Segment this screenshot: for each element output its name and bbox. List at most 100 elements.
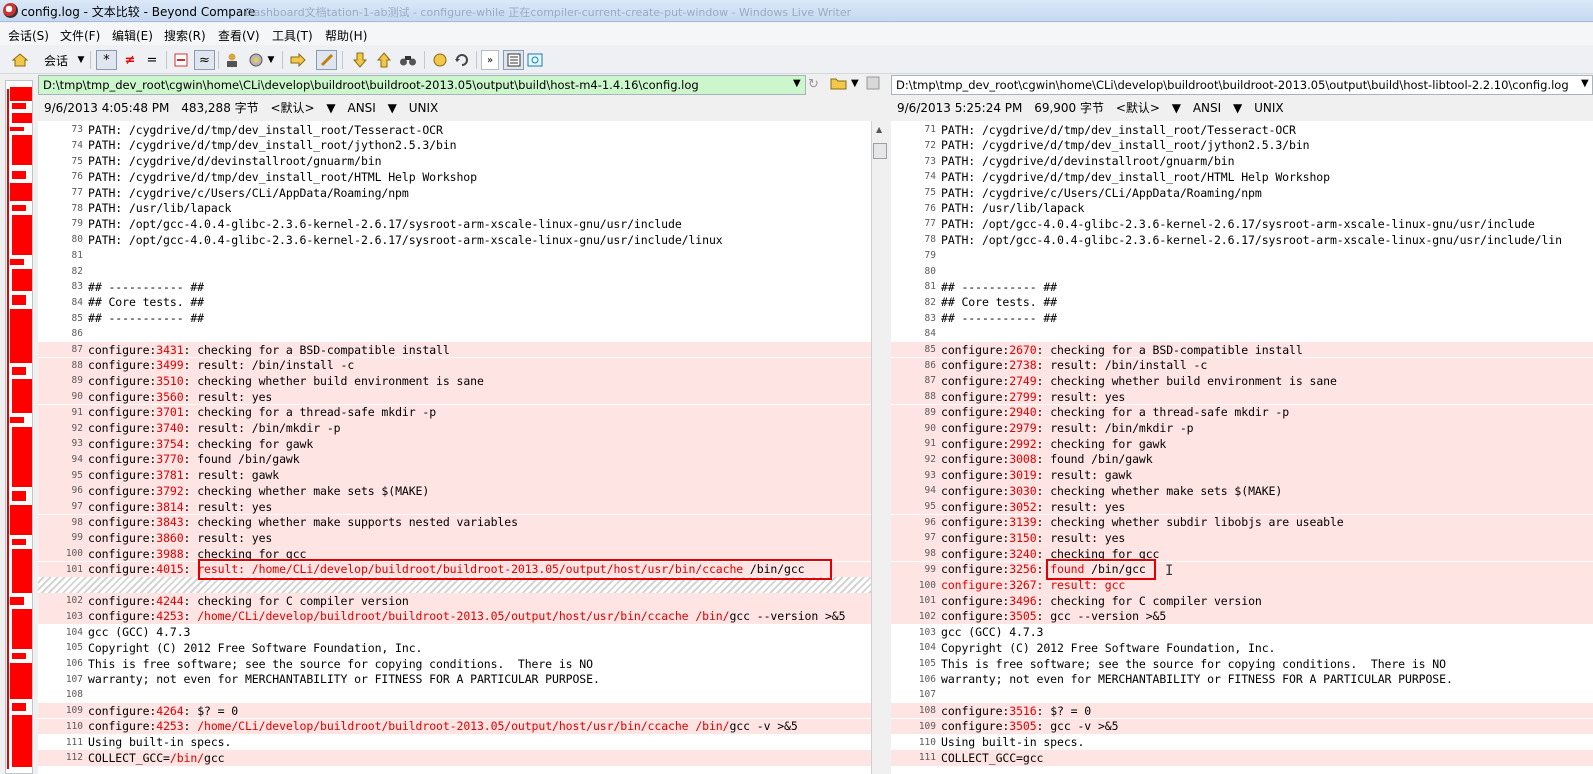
web-icon[interactable] <box>526 50 544 70</box>
text-line[interactable]: 111 Using built-in specs. <box>38 734 871 750</box>
left-swap-icon[interactable]: ↻ <box>808 77 819 92</box>
menu-tools[interactable]: 工具(T) <box>272 27 313 44</box>
text-line[interactable]: 100 configure:3267: result: gcc <box>891 577 1593 593</box>
left-path-field[interactable]: D:\tmp\tmp_dev_root\cgwin\home\CLi\devel… <box>38 75 806 95</box>
text-line[interactable]: 83 ## ----------- ## <box>891 310 1593 326</box>
text-line[interactable]: 103 configure:4253: /home/CLi/develop/bui… <box>38 608 871 625</box>
text-line[interactable]: 98 configure:3240: checking for gcc <box>891 545 1593 562</box>
right-format-select[interactable]: <默认> ▼ <box>1116 101 1181 115</box>
text-line[interactable]: 79 <box>891 248 1593 264</box>
text-line[interactable]: 78 PATH: /usr/lib/lapack <box>38 201 871 217</box>
text-line[interactable]: 98 configure:3843: checking whether make … <box>38 514 871 531</box>
text-line[interactable]: 93 configure:3019: result: gawk <box>891 467 1593 483</box>
text-line[interactable]: 71 PATH: /cygdrive/d/tmp/dev_install_root… <box>891 122 1593 138</box>
text-line[interactable]: 97 configure:3814: result: yes <box>38 498 871 515</box>
text-line[interactable]: 75 PATH: /cygdrive/d/devinstallroot/gnuar… <box>38 153 871 169</box>
text-line[interactable]: 102 configure:3505: gcc --version >&5 <box>891 608 1593 625</box>
text-line[interactable]: 85 configure:2670: checking for a BSD-com… <box>891 341 1593 358</box>
text-line[interactable]: 84 ## Core tests. ## <box>38 295 871 311</box>
text-line[interactable]: 97 configure:3150: result: yes <box>891 530 1593 546</box>
text-line[interactable]: 107 <box>891 687 1593 703</box>
text-line[interactable]: 90 configure:2979: result: /bin/mkdir -p <box>891 420 1593 436</box>
right-encoding-select[interactable]: ANSI ▼ <box>1193 101 1242 115</box>
text-line[interactable]: 106 warranty; not even for MERCHANTABILIT… <box>891 672 1593 688</box>
show-same-button[interactable]: = <box>142 50 162 70</box>
text-line[interactable]: 109 configure:3505: gcc -v >&5 <box>891 718 1593 735</box>
left-vertical-scrollbar[interactable]: ▲ <box>871 121 888 774</box>
text-line[interactable]: 105 Copyright (C) 2012 Free Software Foun… <box>38 640 871 656</box>
text-line[interactable]: 85 ## ----------- ## <box>38 310 871 326</box>
next-diff-icon[interactable] <box>350 50 370 70</box>
text-line[interactable]: 79 PATH: /opt/gcc-4.0.4-glibc-2.3.6-kerne… <box>38 216 871 232</box>
show-all-button[interactable]: * <box>96 50 117 70</box>
text-line[interactable]: 76 PATH: /usr/lib/lapack <box>891 201 1593 217</box>
text-line[interactable]: 92 configure:3740: result: /bin/mkdir -p <box>38 420 871 436</box>
text-line[interactable]: 80 <box>891 263 1593 279</box>
scroll-up-icon[interactable]: ▲ <box>876 125 882 134</box>
text-line[interactable]: 110 Using built-in specs. <box>891 734 1593 750</box>
menu-help[interactable]: 帮助(H) <box>325 27 367 44</box>
text-line[interactable]: 73 PATH: /cygdrive/d/devinstallroot/gnuar… <box>891 153 1593 169</box>
text-line[interactable]: 89 configure:3510: checking whether build… <box>38 373 871 389</box>
text-line[interactable]: 102 configure:4244: checking for C compil… <box>38 593 871 609</box>
text-line[interactable]: 112 COLLECT_GCC=/bin/gcc <box>38 750 871 766</box>
left-line-ending[interactable]: UNIX <box>409 101 439 115</box>
session-dropdown-icon[interactable]: ▼ <box>76 50 86 70</box>
text-line[interactable]: 96 configure:3139: checking whether subdi… <box>891 514 1593 531</box>
text-line[interactable]: 93 configure:3754: checking for gawk <box>38 436 871 452</box>
text-line[interactable]: 84 <box>891 326 1593 342</box>
text-line[interactable]: 106 This is free software; see the source… <box>38 656 871 672</box>
text-line[interactable]: 109 configure:4264: $? = 0 <box>38 702 871 719</box>
text-line[interactable]: 86 <box>38 326 871 342</box>
edit-icon[interactable] <box>316 50 337 70</box>
session-button[interactable]: 会话 <box>34 50 78 70</box>
text-line[interactable]: 86 configure:2738: result: /bin/install -… <box>891 357 1593 374</box>
text-line[interactable]: 77 PATH: /cygdrive/c/Users/CLi/AppData/Ro… <box>38 185 871 201</box>
save-icon[interactable] <box>866 76 880 93</box>
text-line[interactable]: 91 configure:2992: checking for gawk <box>891 436 1593 452</box>
text-line[interactable]: 80 PATH: /opt/gcc-4.0.4-glibc-2.3.6-kerne… <box>38 232 871 248</box>
right-path-field[interactable]: D:\tmp\tmp_dev_root\cgwin\home\CLi\devel… <box>891 75 1593 95</box>
text-line[interactable]: 78 PATH: /opt/gcc-4.0.4-glibc-2.3.6-kerne… <box>891 232 1593 248</box>
text-line[interactable]: 95 configure:3781: result: gawk <box>38 467 871 483</box>
text-line[interactable]: 104 gcc (GCC) 4.7.3 <box>38 624 871 640</box>
text-line[interactable]: 77 PATH: /opt/gcc-4.0.4-glibc-2.3.6-kerne… <box>891 216 1593 232</box>
text-line[interactable]: 101 configure:4015: result: /home/CLi/dev… <box>38 561 871 578</box>
text-line[interactable]: 96 configure:3792: checking whether make … <box>38 483 871 499</box>
text-line[interactable]: 94 configure:3030: checking whether make … <box>891 483 1593 499</box>
right-line-ending[interactable]: UNIX <box>1254 101 1284 115</box>
text-line[interactable]: 90 configure:3560: result: yes <box>38 388 871 405</box>
text-line[interactable]: 83 ## ----------- ## <box>38 279 871 295</box>
text-line[interactable]: 92 configure:3008: found /bin/gawk <box>891 451 1593 468</box>
expand-icon[interactable]: » <box>481 50 499 70</box>
text-line[interactable]: 110 configure:4253: /home/CLi/develop/bui… <box>38 718 871 735</box>
text-line[interactable]: 99 configure:3860: result: yes <box>38 530 871 546</box>
left-format-select[interactable]: <默认> ▼ <box>270 101 335 115</box>
text-line[interactable]: 81 ## ----------- ## <box>891 279 1593 295</box>
text-line[interactable]: 75 PATH: /cygdrive/c/Users/CLi/AppData/Ro… <box>891 185 1593 201</box>
text-line[interactable]: 95 configure:3052: result: yes <box>891 498 1593 515</box>
missing-line-placeholder[interactable] <box>38 577 871 593</box>
text-line[interactable]: 87 configure:2749: checking whether build… <box>891 373 1593 389</box>
text-line[interactable]: 76 PATH: /cygdrive/d/tmp/dev_install_root… <box>38 169 871 185</box>
text-line[interactable]: 107 warranty; not even for MERCHANTABILIT… <box>38 672 871 688</box>
text-line[interactable]: 91 configure:3701: checking for a thread-… <box>38 404 871 421</box>
text-line[interactable]: 104 Copyright (C) 2012 Free Software Foun… <box>891 640 1593 656</box>
folder-dropdown-icon[interactable]: ▼ <box>851 78 859 89</box>
context-icon[interactable] <box>171 50 191 70</box>
menu-edit[interactable]: 编辑(E) <box>112 27 153 44</box>
diff-overview-thumbnail[interactable] <box>5 80 33 774</box>
outline-view-icon[interactable] <box>503 50 524 70</box>
right-text-pane[interactable]: 71 PATH: /cygdrive/d/tmp/dev_install_root… <box>891 121 1593 774</box>
text-line[interactable]: 74 PATH: /cygdrive/d/tmp/dev_install_root… <box>38 138 871 154</box>
text-line[interactable]: 100 configure:3988: checking for gcc <box>38 545 871 562</box>
prev-diff-icon[interactable] <box>374 50 394 70</box>
home-icon[interactable] <box>10 50 30 70</box>
rules-icon[interactable] <box>222 50 242 70</box>
menu-search[interactable]: 搜索(R) <box>164 27 206 44</box>
open-folder-icon[interactable] <box>830 76 848 93</box>
text-line[interactable]: 105 This is free software; see the source… <box>891 656 1593 672</box>
format-dropdown-icon[interactable]: ▼ <box>266 50 276 70</box>
swap-icon[interactable] <box>430 50 450 70</box>
refresh-icon[interactable] <box>452 50 472 70</box>
